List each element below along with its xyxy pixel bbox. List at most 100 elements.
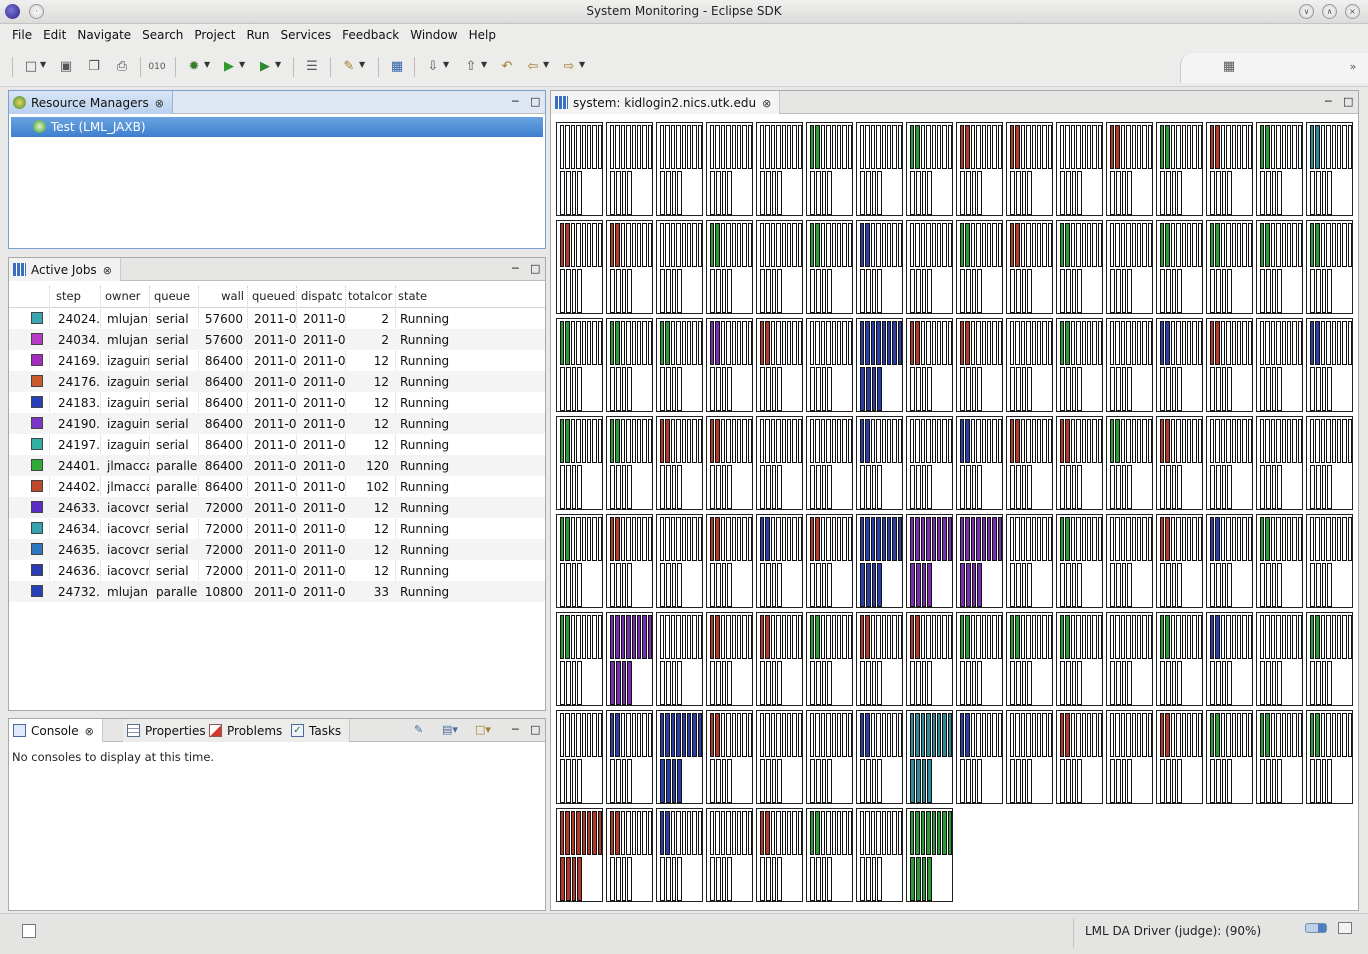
maximize-view-icon[interactable]: □ — [1343, 95, 1353, 108]
close-tab-icon[interactable]: ⊗ — [155, 97, 164, 110]
column-header-queued[interactable]: queued — [252, 289, 298, 303]
cluster-node[interactable] — [956, 122, 1003, 216]
cluster-node[interactable] — [806, 416, 853, 510]
menu-feedback[interactable]: Feedback — [336, 24, 404, 42]
cluster-node[interactable] — [1306, 416, 1353, 510]
cluster-node[interactable] — [656, 514, 703, 608]
forward-icon[interactable]: ⇨ — [560, 59, 578, 75]
cluster-node[interactable] — [1256, 612, 1303, 706]
table-row[interactable]: 24402. jlmacca parallel 86400 2011-0 2011-0 10… — [9, 476, 545, 497]
menu-navigate[interactable]: Navigate — [71, 24, 136, 42]
cluster-node[interactable] — [706, 122, 753, 216]
cluster-node[interactable] — [1256, 318, 1303, 412]
back-icon[interactable]: ⇦ — [524, 59, 542, 75]
cluster-node[interactable] — [906, 416, 953, 510]
menu-services[interactable]: Services — [274, 24, 336, 42]
cluster-node[interactable] — [806, 318, 853, 412]
cluster-node[interactable] — [906, 808, 953, 902]
cluster-node[interactable] — [1206, 514, 1253, 608]
cluster-node[interactable] — [1306, 220, 1353, 314]
table-row[interactable]: 24633. iacovcr serial 72000 2011-0 2011-0 12 Ru… — [9, 497, 545, 518]
debug-icon[interactable]: ✹ — [185, 59, 203, 75]
cluster-node[interactable] — [1206, 710, 1253, 804]
column-header-dispatch[interactable]: dispatc — [301, 289, 345, 303]
cluster-node[interactable] — [606, 318, 653, 412]
progress-indicator-icon[interactable] — [1305, 923, 1327, 933]
cluster-node[interactable] — [1006, 318, 1053, 412]
cluster-node[interactable] — [1056, 318, 1103, 412]
cluster-node[interactable] — [806, 808, 853, 902]
cluster-node[interactable] — [1206, 416, 1253, 510]
cluster-node[interactable] — [706, 710, 753, 804]
tab-system-view[interactable]: system: kidlogin2.nics.utk.edu ⊗ — [551, 91, 781, 114]
cluster-node[interactable] — [1306, 710, 1353, 804]
cluster-node[interactable] — [606, 122, 653, 216]
maximize-view-icon[interactable]: □ — [530, 262, 540, 275]
cluster-node[interactable] — [1106, 514, 1153, 608]
next-annotation-dropdown-icon[interactable]: ▼ — [443, 60, 449, 69]
cluster-node[interactable] — [606, 220, 653, 314]
table-row[interactable]: 24190. izaguirr serial 86400 2011-0 2011-0 12 R… — [9, 413, 545, 434]
table-row[interactable]: 24635. iacovcr serial 72000 2011-0 2011-0 12 Ru… — [9, 539, 545, 560]
tab-active-jobs[interactable]: Active Jobs ⊗ — [9, 258, 121, 281]
maximize-view-icon[interactable]: □ — [530, 723, 540, 736]
cluster-node[interactable] — [756, 220, 803, 314]
cluster-node[interactable] — [856, 122, 903, 216]
cluster-node[interactable] — [1156, 318, 1203, 412]
cluster-node[interactable] — [656, 416, 703, 510]
cluster-node[interactable] — [756, 710, 803, 804]
menu-edit[interactable]: Edit — [37, 24, 71, 42]
previous-annotation-dropdown-icon[interactable]: ▼ — [481, 60, 487, 69]
menu-window[interactable]: Window — [404, 24, 462, 42]
cluster-node[interactable] — [606, 710, 653, 804]
cluster-node[interactable] — [1006, 122, 1053, 216]
table-row[interactable]: 24634. iacovcr serial 72000 2011-0 2011-0 12 Ru… — [9, 518, 545, 539]
cluster-node[interactable] — [706, 612, 753, 706]
table-row[interactable]: 24401. jlmacca parallel 86400 2011-0 2011-0 12… — [9, 455, 545, 476]
minimize-view-icon[interactable]: ─ — [512, 95, 519, 108]
cluster-node[interactable] — [906, 612, 953, 706]
cluster-node[interactable] — [1106, 710, 1153, 804]
synchronize-icon[interactable]: ▦ — [388, 59, 406, 75]
cluster-node[interactable] — [1056, 416, 1103, 510]
cluster-node[interactable] — [1006, 612, 1053, 706]
cluster-node[interactable] — [956, 416, 1003, 510]
cluster-node[interactable] — [806, 710, 853, 804]
cluster-node[interactable] — [756, 416, 803, 510]
cluster-node[interactable] — [556, 514, 603, 608]
save-all-icon[interactable]: ❐ — [85, 59, 103, 75]
column-header-queue[interactable]: queue — [154, 289, 198, 303]
cluster-node[interactable] — [856, 808, 903, 902]
cluster-node[interactable] — [1256, 514, 1303, 608]
minimize-view-icon[interactable]: ─ — [512, 262, 519, 275]
menu-file[interactable]: File — [6, 24, 37, 42]
tab-problems[interactable]: Problems — [205, 719, 292, 742]
cluster-node[interactable] — [556, 808, 603, 902]
close-tab-icon[interactable]: ⊗ — [762, 97, 771, 110]
cluster-node[interactable] — [756, 122, 803, 216]
external-tools-dropdown-icon[interactable]: ▼ — [275, 60, 281, 69]
table-row[interactable]: 24176. izaguirr serial 86400 2011-0 2011-0 12 R… — [9, 371, 545, 392]
menu-run[interactable]: Run — [240, 24, 274, 42]
cluster-node[interactable] — [1256, 416, 1303, 510]
cluster-node[interactable] — [1306, 612, 1353, 706]
cluster-node[interactable] — [756, 318, 803, 412]
more-perspectives-icon[interactable]: » — [1344, 59, 1362, 75]
cluster-node[interactable] — [1006, 710, 1053, 804]
cluster-node[interactable] — [606, 514, 653, 608]
cluster-node[interactable] — [656, 612, 703, 706]
run-icon[interactable]: ▶ — [220, 59, 238, 75]
cluster-node[interactable] — [706, 808, 753, 902]
cluster-node[interactable] — [1306, 318, 1353, 412]
cluster-node[interactable] — [1256, 122, 1303, 216]
task-list-icon[interactable]: ☰ — [303, 59, 321, 75]
print-icon[interactable]: ⎙ — [113, 59, 131, 75]
cluster-node[interactable] — [556, 122, 603, 216]
cluster-node[interactable] — [556, 710, 603, 804]
open-console-icon[interactable]: □▾ — [475, 723, 491, 736]
cluster-node[interactable] — [656, 318, 703, 412]
run-dropdown-icon[interactable]: ▼ — [239, 60, 245, 69]
cluster-node[interactable] — [956, 318, 1003, 412]
cluster-node[interactable] — [556, 416, 603, 510]
resource-manager-item[interactable]: Test (LML_JAXB) — [11, 117, 543, 137]
